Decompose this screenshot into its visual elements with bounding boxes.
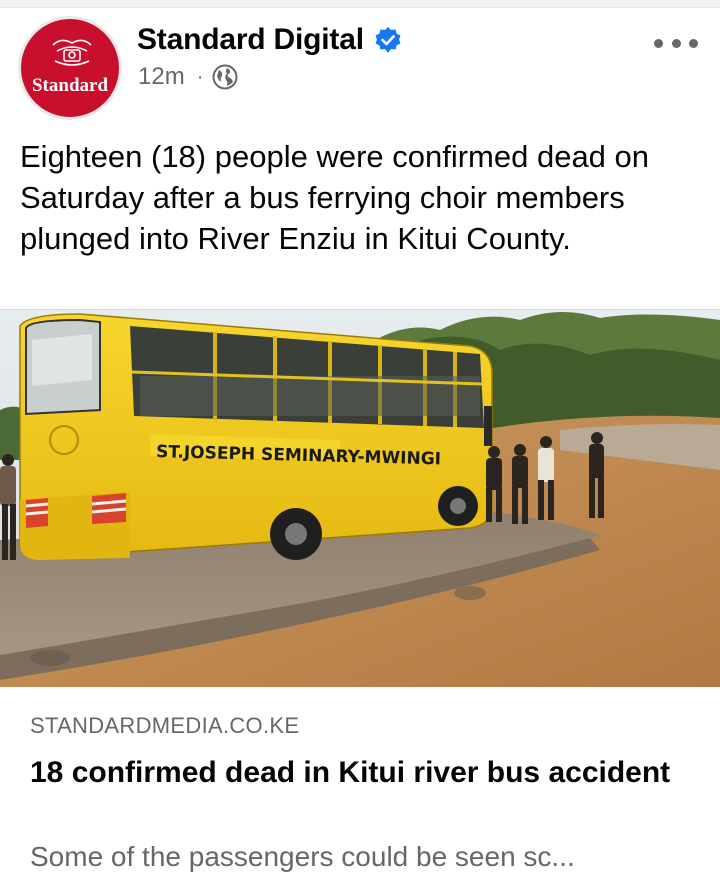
page-name-row: Standard Digital xyxy=(137,22,402,58)
page-name[interactable]: Standard Digital xyxy=(137,23,364,57)
bus-river-photo: ST.JOSEPH SEMINARY-MWINGI xyxy=(0,310,720,687)
meta-separator: · xyxy=(196,65,204,88)
feed-divider xyxy=(0,0,720,8)
more-dot xyxy=(689,38,698,48)
more-options-button[interactable] xyxy=(654,30,698,56)
link-domain: STANDARDMEDIA.CO.KE xyxy=(30,713,300,738)
post-meta: 12m · xyxy=(138,62,238,92)
post-timestamp[interactable]: 12m xyxy=(138,63,185,91)
post-caption: Eighteen (18) people were confirmed dead… xyxy=(20,139,650,256)
post-photo[interactable]: ST.JOSEPH SEMINARY-MWINGI xyxy=(0,309,720,687)
more-dot xyxy=(654,38,663,48)
page-avatar[interactable]: Standard xyxy=(18,16,122,120)
more-dot xyxy=(671,38,681,48)
post-header: Standard Standard Digital 12m · xyxy=(0,8,720,120)
link-description: Some of the passengers could be seen sc.… xyxy=(30,841,575,872)
verified-badge-icon xyxy=(375,27,401,53)
globe-icon[interactable] xyxy=(212,64,238,90)
avatar-logo-text: Standard xyxy=(31,75,109,96)
link-title[interactable]: 18 confirmed dead in Kitui river bus acc… xyxy=(30,751,680,795)
crest-logo-icon xyxy=(52,39,92,66)
link-preview-card[interactable]: STANDARDMEDIA.CO.KE 18 confirmed dead in… xyxy=(0,687,720,876)
